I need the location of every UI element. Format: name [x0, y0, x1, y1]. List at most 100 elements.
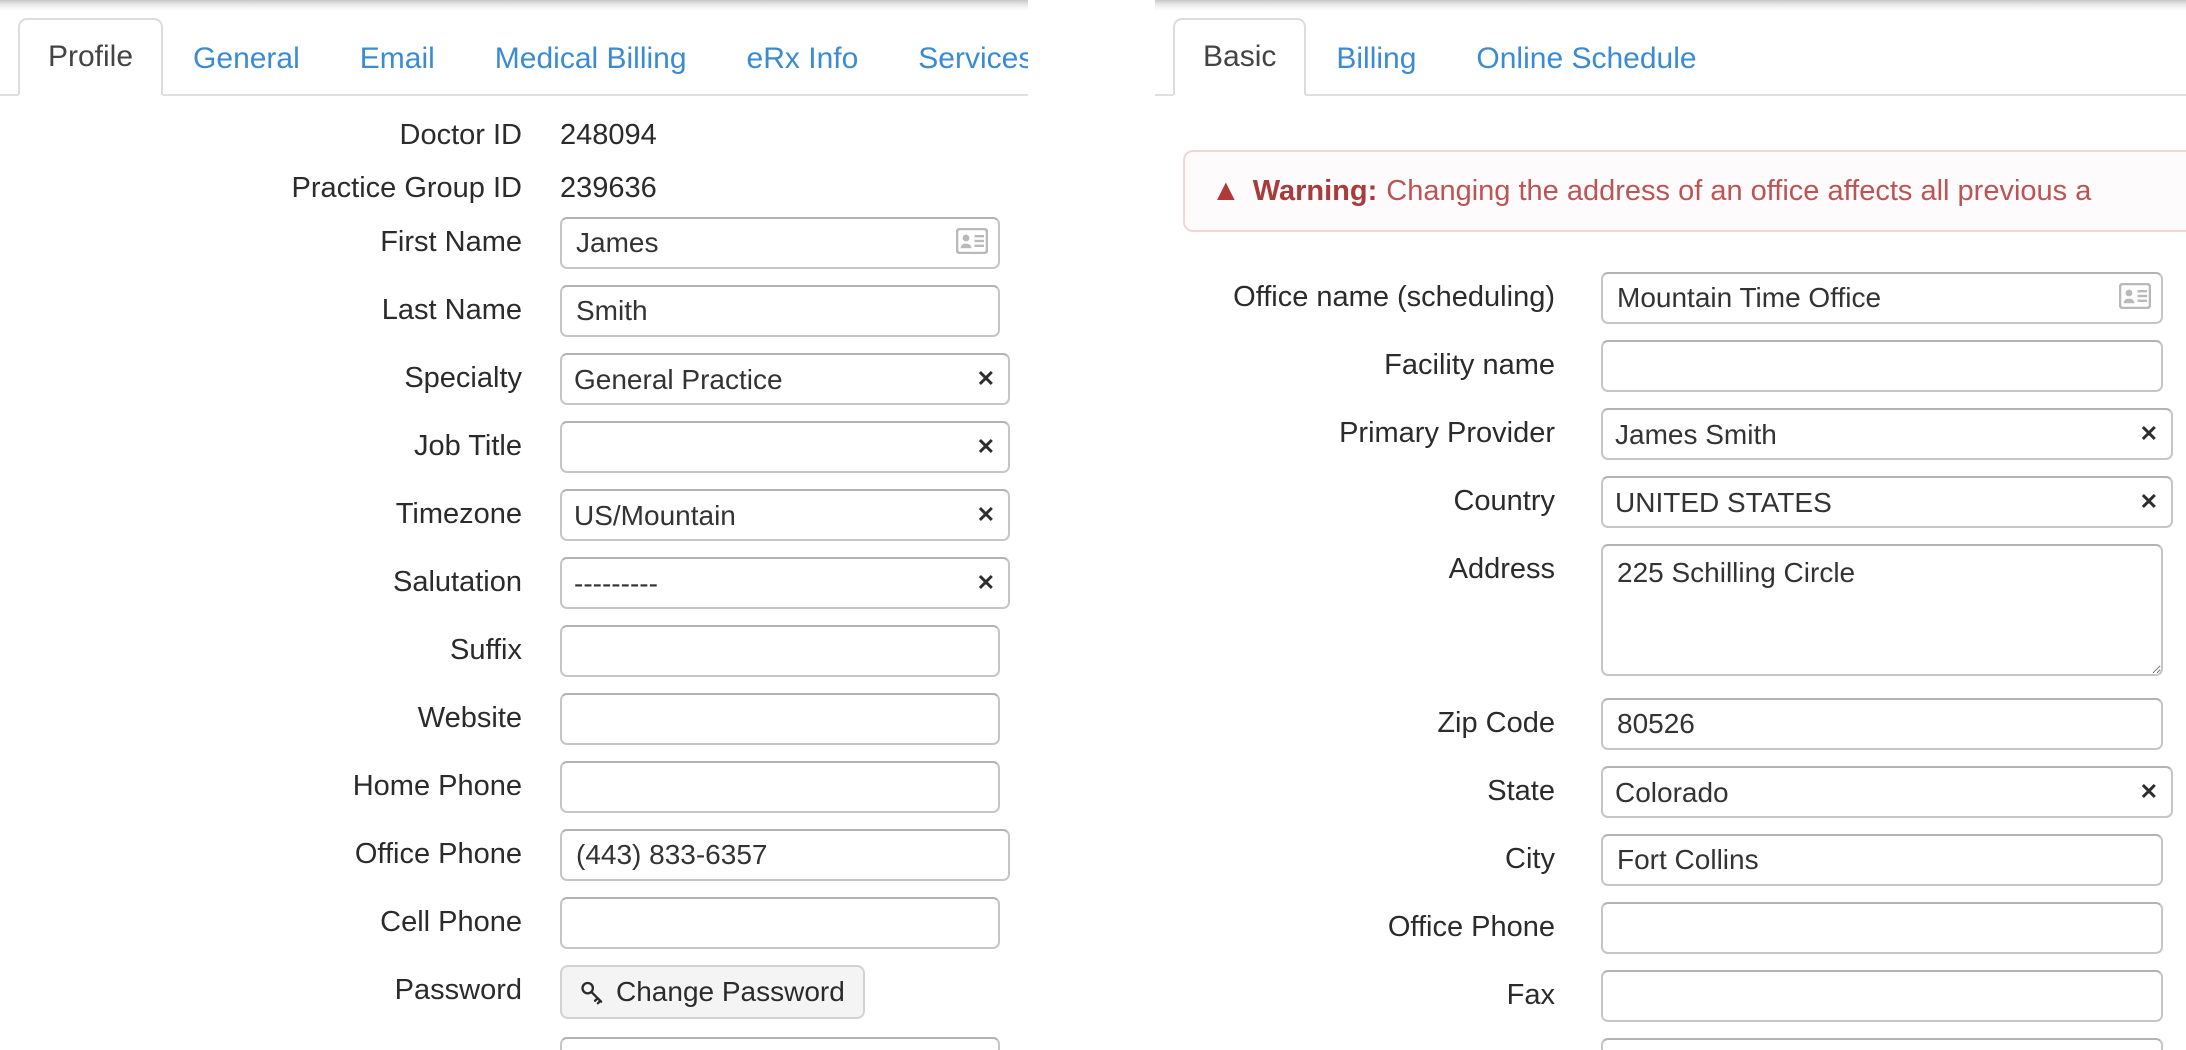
- tab-medical-billing[interactable]: Medical Billing: [465, 20, 717, 96]
- row-doctor-id: Doctor ID 248094: [0, 110, 1028, 150]
- row-home-phone: Home Phone: [0, 761, 1028, 813]
- row-cell-phone: Cell Phone: [0, 897, 1028, 949]
- row-drchrono-pin: drchrono PIN ••••: [0, 1037, 1028, 1050]
- doctor-id-value: 248094: [560, 119, 657, 151]
- profile-form: Doctor ID 248094 Practice Group ID 23963…: [0, 110, 1028, 1050]
- timezone-select[interactable]: US/Mountain: [560, 489, 1010, 541]
- city-input[interactable]: [1601, 834, 2163, 886]
- screen: Profile General Email Medical Billing eRx In…: [0, 0, 2186, 1050]
- row-website: Website: [0, 693, 1028, 745]
- country-label: Country: [1453, 485, 1555, 517]
- fax-label: Fax: [1506, 979, 1555, 1011]
- doctor-profile-panel: Profile General Email Medical Billing eRx In…: [0, 0, 1028, 1050]
- row-last-name: Last Name: [0, 285, 1028, 337]
- tab-billing[interactable]: Billing: [1306, 20, 1446, 96]
- row-timezone: Timezone US/Mountain ✕: [0, 489, 1028, 541]
- facility-name-input[interactable]: [1601, 340, 2163, 392]
- warning-message: Changing the address of an office affect…: [1386, 174, 2092, 207]
- facility-name-label: Facility name: [1384, 349, 1555, 381]
- warning-strong-label: Warning:: [1252, 174, 1378, 207]
- address-textarea[interactable]: 225 Schilling Circle: [1601, 544, 2163, 676]
- drchrono-pin-value: ••••: [576, 1046, 630, 1050]
- office-tab-bar: Basic Billing Online Schedule: [1155, 11, 2186, 96]
- row-next-field-clipped: [1155, 1038, 2186, 1050]
- change-password-button-label: Change Password: [616, 976, 845, 1007]
- contact-card-icon[interactable]: [2118, 282, 2152, 313]
- office-phone-input[interactable]: [560, 829, 1010, 881]
- job-title-select[interactable]: [560, 421, 1010, 473]
- first-name-label: First Name: [380, 226, 522, 258]
- primary-provider-label: Primary Provider: [1339, 417, 1555, 449]
- zip-code-input[interactable]: [1601, 698, 2163, 750]
- job-title-label: Job Title: [414, 430, 522, 462]
- clipped-field-input[interactable]: [1601, 1038, 2163, 1050]
- row-salutation: Salutation --------- ✕: [0, 557, 1028, 609]
- panel-top-shadow: [1155, 0, 2186, 11]
- office-phone-input[interactable]: [1601, 902, 2163, 954]
- cell-phone-input[interactable]: [560, 897, 1000, 949]
- row-city: City: [1155, 834, 2186, 886]
- password-label: Password: [394, 974, 522, 1006]
- row-suffix: Suffix: [0, 625, 1028, 677]
- warning-triangle-icon: ▲: [1211, 174, 1241, 207]
- tab-general[interactable]: General: [163, 20, 330, 96]
- first-name-input[interactable]: [560, 217, 1000, 269]
- row-zip-code: Zip Code: [1155, 698, 2186, 750]
- office-name-input[interactable]: [1601, 272, 2163, 324]
- contact-card-icon[interactable]: [955, 227, 989, 258]
- website-label: Website: [417, 702, 522, 734]
- tab-erx-info[interactable]: eRx Info: [717, 20, 889, 96]
- tab-email[interactable]: Email: [330, 20, 465, 96]
- cell-phone-label: Cell Phone: [380, 906, 522, 938]
- city-label: City: [1505, 843, 1555, 875]
- suffix-input[interactable]: [560, 625, 1000, 677]
- row-first-name: First Name: [0, 217, 1028, 269]
- row-job-title: Job Title ✕: [0, 421, 1028, 473]
- country-select[interactable]: UNITED STATES: [1601, 476, 2173, 528]
- specialty-label: Specialty: [404, 362, 522, 394]
- fax-input[interactable]: [1601, 970, 2163, 1022]
- suffix-label: Suffix: [449, 634, 522, 666]
- row-primary-provider: Primary Provider James Smith ✕: [1155, 408, 2186, 460]
- row-fax: Fax: [1155, 970, 2186, 1022]
- practice-group-id-label: Practice Group ID: [291, 172, 522, 204]
- practice-group-id-value: 239636: [560, 172, 657, 204]
- drchrono-pin-input[interactable]: ••••: [560, 1037, 1000, 1050]
- change-password-button[interactable]: Change Password: [560, 965, 865, 1019]
- office-phone-label: Office Phone: [1387, 911, 1555, 943]
- last-name-label: Last Name: [381, 294, 522, 326]
- tab-online-schedule[interactable]: Online Schedule: [1446, 20, 1726, 96]
- profile-tab-bar: Profile General Email Medical Billing eRx In…: [0, 11, 1028, 96]
- row-office-phone: Office Phone: [0, 829, 1028, 881]
- office-phone-label: Office Phone: [354, 838, 522, 870]
- tab-profile[interactable]: Profile: [18, 18, 164, 96]
- row-facility-name: Facility name: [1155, 340, 2186, 392]
- state-label: State: [1487, 775, 1555, 807]
- profile-tab-list: Profile General Email Medical Billing eRx In…: [18, 18, 1028, 96]
- salutation-select[interactable]: ---------: [560, 557, 1010, 609]
- row-practice-group-id: Practice Group ID 239636: [0, 163, 1028, 203]
- row-office-name: Office name (scheduling): [1155, 272, 2186, 324]
- last-name-input[interactable]: [560, 285, 1000, 337]
- specialty-select[interactable]: General Practice: [560, 353, 1010, 405]
- row-address: Address 225 Schilling Circle: [1155, 544, 2186, 676]
- key-icon: [581, 981, 603, 1004]
- state-select[interactable]: Colorado: [1601, 766, 2173, 818]
- salutation-label: Salutation: [393, 566, 522, 598]
- website-input[interactable]: [560, 693, 1000, 745]
- tab-basic[interactable]: Basic: [1173, 18, 1307, 96]
- row-state: State Colorado ✕: [1155, 766, 2186, 818]
- primary-provider-select[interactable]: James Smith: [1601, 408, 2173, 460]
- row-specialty: Specialty General Practice ✕: [0, 353, 1028, 405]
- panel-top-shadow: [0, 0, 1028, 11]
- drchrono-pin-label: drchrono PIN: [0, 1037, 522, 1050]
- office-tab-list: Basic Billing Online Schedule: [1173, 18, 1727, 96]
- timezone-label: Timezone: [395, 498, 522, 530]
- row-office-phone: Office Phone: [1155, 902, 2186, 954]
- tab-services[interactable]: Services: [888, 20, 1028, 96]
- home-phone-input[interactable]: [560, 761, 1000, 813]
- office-name-label: Office name (scheduling): [1233, 281, 1555, 313]
- address-change-warning: ▲ Warning: Changing the address of an of…: [1183, 150, 2186, 232]
- office-settings-panel: Basic Billing Online Schedule ▲ Warning: C…: [1155, 0, 2186, 1050]
- row-country: Country UNITED STATES ✕: [1155, 476, 2186, 528]
